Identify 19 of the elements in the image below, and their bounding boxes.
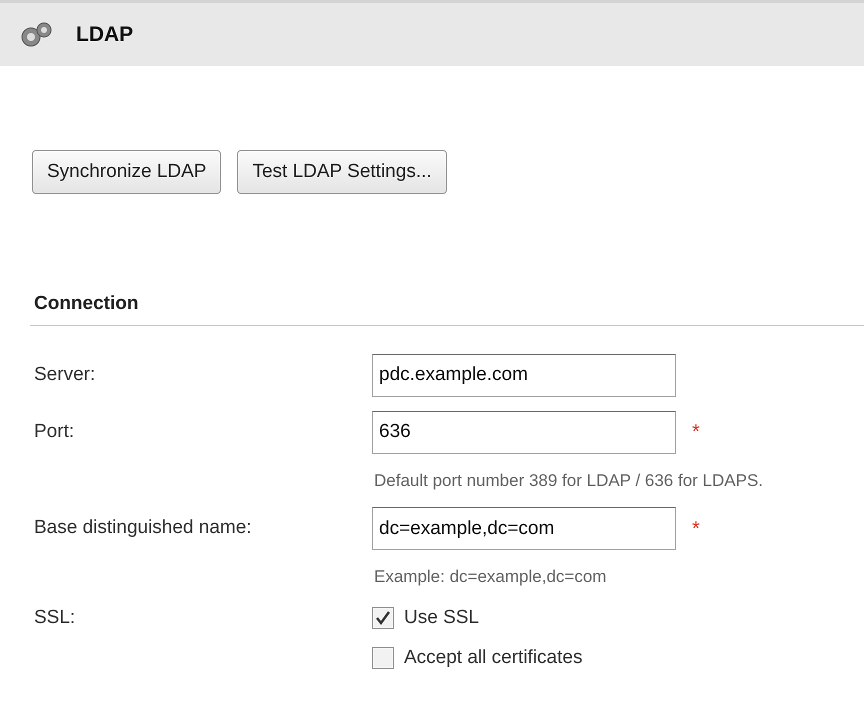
text-field[interactable]: dc=example,dc=com (372, 507, 676, 550)
checkbox[interactable] (372, 606, 394, 629)
field-label: Base distinguished name: (34, 516, 253, 540)
text-field[interactable]: pdc.example.com (372, 354, 676, 396)
section-title: Connection (34, 293, 138, 314)
hint-text: Example: dc=example,dc=com (374, 566, 608, 588)
required-mark: * (692, 420, 700, 445)
required-mark: * (692, 516, 700, 542)
field-label: Port: (34, 420, 76, 444)
checkbox[interactable] (372, 647, 394, 670)
checkbox-label: Use SSL (404, 606, 479, 630)
field-label: Server: (34, 362, 96, 387)
page-title: LDAP (76, 22, 134, 48)
checkbox-label: Accept all certificates (404, 646, 582, 670)
field-label: SSL: (34, 606, 76, 630)
action-button[interactable]: Test LDAP Settings... (237, 150, 447, 194)
hint-text: Default port number 389 for LDAP / 636 for LDAPS. (374, 470, 764, 492)
text-field[interactable]: 636 (372, 410, 676, 454)
action-button[interactable]: Synchronize LDAP (32, 150, 222, 194)
